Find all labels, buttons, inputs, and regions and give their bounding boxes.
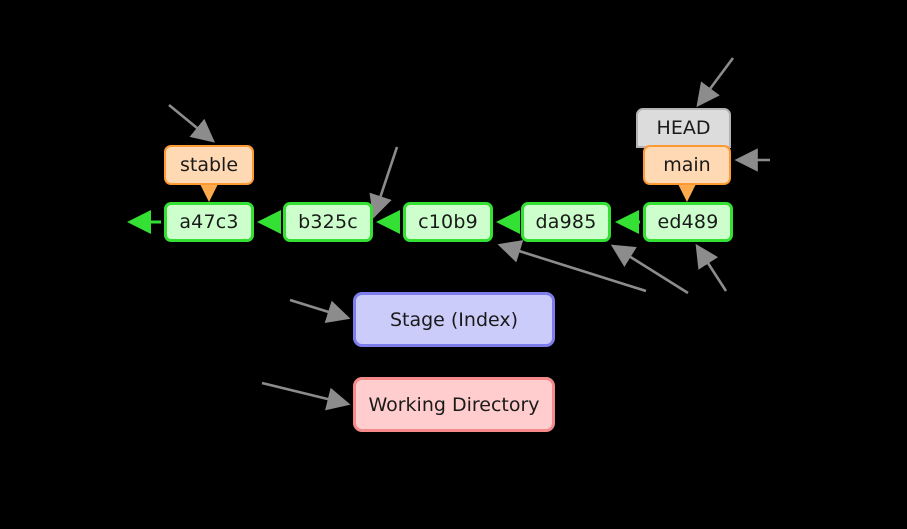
annotation-arrow-da985 (610, 244, 689, 295)
stage-index-box[interactable]: Stage (Index) (353, 292, 555, 347)
head-node[interactable]: HEAD (636, 108, 731, 148)
commit-node-c10b9[interactable]: c10b9 (403, 202, 493, 242)
annotation-arrow-ed489 (695, 243, 728, 292)
commit-label-b325c: b325c (298, 211, 358, 233)
commit-node-ed489[interactable]: ed489 (643, 202, 733, 242)
working-directory-label: Working Directory (368, 393, 540, 416)
stage-index-label: Stage (Index) (389, 308, 519, 331)
annotation-arrow-head (696, 57, 735, 108)
head-label: HEAD (656, 117, 711, 139)
ref-links (197, 178, 699, 202)
annotation-arrow-stage (289, 298, 351, 324)
annotation-arrow-branch-point (369, 146, 399, 219)
annotation-arrow-stable (168, 103, 216, 143)
commit-node-da985[interactable]: da985 (521, 202, 611, 242)
ref-node-main[interactable]: main (643, 145, 731, 185)
ref-label-main: main (663, 154, 711, 176)
git-diagram-canvas: HEAD stable main a47c3 b325c c10b9 da985… (0, 0, 907, 529)
ref-label-stable: stable (179, 154, 239, 176)
commit-node-b325c[interactable]: b325c (283, 202, 373, 242)
commit-node-a47c3[interactable]: a47c3 (164, 202, 254, 242)
working-directory-box[interactable]: Working Directory (353, 377, 555, 432)
commit-label-da985: da985 (535, 211, 597, 233)
commit-label-a47c3: a47c3 (179, 211, 239, 233)
ref-node-stable[interactable]: stable (164, 145, 254, 185)
commit-label-ed489: ed489 (657, 211, 719, 233)
diagram-connector-layer (127, 57, 770, 411)
commit-label-c10b9: c10b9 (418, 211, 478, 233)
annotation-arrow-working (261, 381, 351, 411)
